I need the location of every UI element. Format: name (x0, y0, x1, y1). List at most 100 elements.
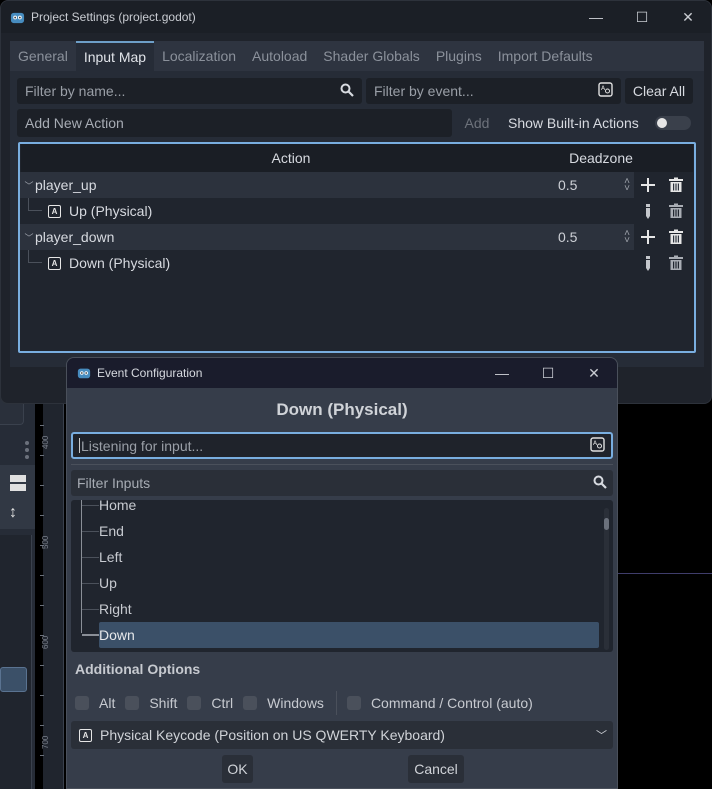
tree-header: Action Deadzone (21, 144, 693, 172)
trash-icon (669, 203, 683, 218)
checkbox-box[interactable] (187, 696, 202, 710)
godot-icon (77, 368, 91, 379)
collapse-caret-icon[interactable]: ﹀ (23, 231, 35, 244)
tab-localization[interactable]: Localization (154, 41, 244, 71)
additional-options-title: Additional Options (75, 661, 201, 677)
drag-handle-icon[interactable] (24, 441, 30, 461)
event-row[interactable]: A Down (Physical) (20, 250, 696, 276)
tab-general[interactable]: General (10, 41, 76, 71)
windows-checkbox[interactable]: Windows (243, 695, 324, 711)
background-list (0, 535, 32, 789)
divider (335, 691, 337, 715)
list-item-selected[interactable]: Down (99, 622, 599, 648)
tab-import-defaults[interactable]: Import Defaults (490, 41, 601, 71)
scrollbar-thumb[interactable] (604, 518, 609, 530)
filter-by-name-input[interactable]: Filter by name... (17, 78, 362, 104)
text-caret (79, 438, 80, 453)
spin-arrows-icon[interactable]: ˄ ˅ (624, 177, 630, 194)
checkbox-box[interactable] (125, 696, 140, 710)
tab-shader-globals[interactable]: Shader Globals (315, 41, 428, 71)
ruler-label: 400 (41, 435, 50, 449)
spin-arrows-icon[interactable]: ˄ ˅ (624, 229, 630, 246)
trash-icon (669, 177, 683, 192)
close-button[interactable]: ✕ (665, 1, 711, 33)
action-name: player_up (35, 177, 97, 193)
action-row[interactable]: ﹀ player_up 0.5 ˄ ˅ (20, 172, 683, 198)
edit-event-button[interactable] (640, 203, 656, 219)
add-event-button[interactable] (640, 229, 656, 245)
trash-icon (669, 255, 683, 270)
minimize-button[interactable]: — (479, 358, 525, 388)
remove-action-button[interactable] (668, 177, 684, 193)
column-header-deadzone[interactable]: Deadzone (561, 150, 641, 166)
filter-by-name-placeholder: Filter by name... (25, 83, 126, 99)
project-settings-titlebar[interactable]: Project Settings (project.godot) — ☐ ✕ (1, 1, 711, 33)
godot-icon (10, 12, 25, 23)
background-side-panel: ↕ (0, 395, 35, 789)
vertical-ruler (43, 395, 64, 789)
list-item[interactable]: Left (99, 544, 122, 570)
minimize-button[interactable]: — (573, 1, 619, 33)
key-icon: A (48, 204, 61, 218)
edit-event-button[interactable] (640, 255, 656, 271)
toggle-knob (656, 118, 667, 128)
sort-icon[interactable]: ↕ (9, 505, 17, 521)
add-event-button[interactable] (640, 177, 656, 193)
pencil-icon (646, 204, 650, 219)
remove-event-button[interactable] (668, 255, 684, 271)
add-action-button[interactable]: Add (456, 115, 498, 131)
checkbox-box[interactable] (75, 696, 89, 710)
event-label: Down (Physical) (69, 255, 171, 271)
list-item[interactable]: Right (99, 596, 132, 622)
dialog-title: Event Configuration (97, 366, 203, 380)
action-row[interactable]: ﹀ player_down 0.5 ˄ ˅ (20, 224, 683, 250)
filter-by-event-input[interactable]: Filter by event... A (366, 78, 621, 104)
deadzone-spinbox[interactable]: 0.5 ˄ ˅ (558, 172, 634, 198)
remove-action-button[interactable] (668, 229, 684, 245)
deadzone-spinbox[interactable]: 0.5 ˄ ˅ (558, 224, 634, 250)
clear-all-button[interactable]: Clear All (625, 78, 693, 104)
tab-input-map[interactable]: Input Map (75, 41, 155, 71)
ctrl-checkbox[interactable]: Ctrl (187, 695, 233, 711)
list-item[interactable]: End (99, 518, 124, 544)
ok-button[interactable]: OK (222, 755, 253, 783)
event-row[interactable]: A Up (Physical) (20, 198, 696, 224)
tab-plugins[interactable]: Plugins (428, 41, 490, 71)
event-configuration-titlebar[interactable]: Event Configuration — ☐ ✕ (67, 358, 617, 388)
keyboard-icon[interactable]: A (598, 82, 613, 100)
keycode-type-select[interactable]: A Physical Keycode (Position on US QWERT… (71, 721, 613, 749)
show-builtin-toggle[interactable] (654, 116, 691, 130)
background-selected-item[interactable] (0, 667, 27, 692)
maximize-button[interactable]: ☐ (619, 1, 665, 33)
collapse-caret-icon[interactable]: ﹀ (23, 179, 35, 192)
remove-event-button[interactable] (668, 203, 684, 219)
search-icon (340, 83, 354, 100)
pencil-icon (646, 256, 650, 271)
event-label: Up (Physical) (69, 203, 153, 219)
listening-input-field[interactable]: Listening for input... A (71, 432, 613, 459)
viewport-guide-line (618, 573, 712, 574)
column-header-action[interactable]: Action (21, 150, 561, 166)
layout-icon[interactable] (10, 475, 26, 491)
maximize-button[interactable]: ☐ (525, 358, 571, 388)
checkbox-box[interactable] (243, 696, 258, 710)
ruler-label: 500 (41, 535, 50, 549)
project-settings-body: General Input Map Localization Autoload … (10, 41, 704, 367)
input-map-tree: Action Deadzone ﹀ player_up 0.5 ˄ ˅ A Up… (18, 142, 696, 353)
cancel-button[interactable]: Cancel (408, 755, 464, 783)
shift-checkbox[interactable]: Shift (125, 695, 177, 711)
event-configuration-dialog: Event Configuration — ☐ ✕ Down (Physical… (66, 357, 618, 789)
keyboard-icon[interactable]: A (590, 436, 605, 455)
add-new-action-input[interactable]: Add New Action (17, 109, 452, 137)
checkbox-label: Command / Control (auto) (370, 695, 533, 711)
list-item[interactable]: Up (99, 570, 117, 596)
list-item[interactable]: Home (99, 500, 136, 518)
list-scrollbar[interactable] (604, 508, 609, 650)
tab-autoload[interactable]: Autoload (244, 41, 315, 71)
checkbox-box[interactable] (346, 696, 361, 710)
filter-inputs-field[interactable]: Filter Inputs (71, 470, 613, 496)
alt-checkbox[interactable]: Alt (75, 695, 115, 711)
deadzone-value: 0.5 (558, 177, 578, 193)
close-button[interactable]: ✕ (571, 358, 617, 388)
command-control-checkbox[interactable]: Command / Control (auto) (346, 695, 533, 711)
